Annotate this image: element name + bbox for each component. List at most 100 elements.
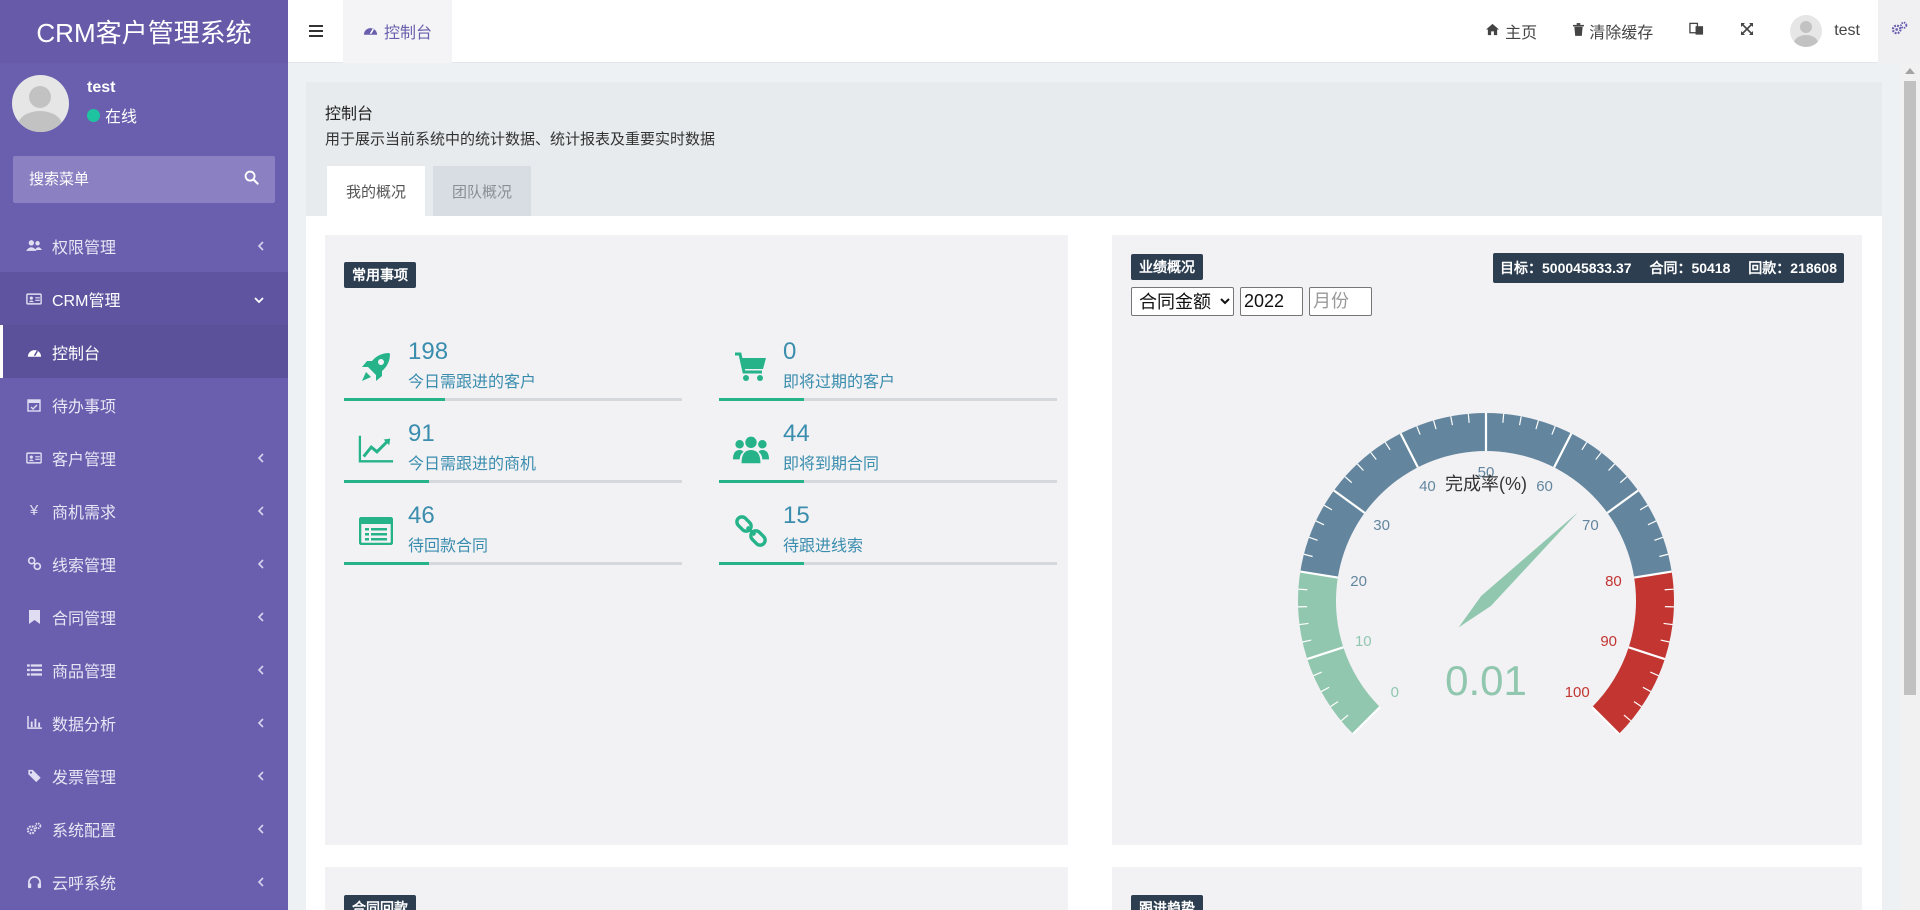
chevron-left-icon [257, 556, 264, 572]
headset-icon [25, 873, 43, 891]
user-status: 在线 [87, 103, 137, 127]
sidebar-item-label: 商品管理 [52, 663, 117, 681]
sidebar-item-label: 发票管理 [52, 769, 117, 787]
stat-value: 0 [783, 338, 797, 365]
gauge-tick-label: 80 [1605, 573, 1622, 590]
performance-filters: 合同金额 [1131, 287, 1378, 316]
dashboard-icon [363, 23, 378, 39]
sidebar-item-10[interactable]: 发票管理 [0, 749, 288, 802]
gauge-minor-tick [1664, 588, 1674, 591]
sidebar-item-4[interactable]: 客户管理 [0, 431, 288, 484]
dashboard-icon [25, 343, 43, 361]
stat-item[interactable]: 91 今日需跟进的商机 [344, 413, 682, 489]
cogs-icon [1891, 21, 1908, 41]
tab-team-overview[interactable]: 团队概况 [433, 166, 532, 216]
online-dot-icon [87, 108, 100, 122]
sidebar-item-12[interactable]: 云呼系统 [0, 855, 288, 908]
fullscreen-button[interactable] [1722, 0, 1772, 63]
chevron-left-icon [257, 238, 264, 254]
stat-progress [344, 398, 682, 401]
contract-payment-card: 合同回款 [325, 867, 1068, 910]
scroll-up-icon[interactable] [1905, 68, 1915, 74]
search-icon[interactable] [244, 170, 259, 190]
performance-title: 业绩概况 [1131, 254, 1203, 280]
stat-progress [719, 398, 1057, 401]
topbar: 控制台 主页 清除缓存 test [288, 0, 1920, 63]
scrollbar-thumb[interactable] [1904, 81, 1916, 695]
chevron-left-icon [257, 503, 264, 519]
sidebar-item-label: 客户管理 [52, 451, 117, 469]
chevron-left-icon [257, 450, 264, 466]
gauge-tick-label: 70 [1582, 517, 1599, 534]
user-name: test [87, 79, 116, 96]
gauge-tick-label: 30 [1373, 517, 1390, 534]
app-logo[interactable]: CRM客户管理系统 [0, 0, 288, 63]
settings-button[interactable] [1878, 0, 1920, 63]
user-status-label: 在线 [105, 109, 138, 126]
stat-item[interactable]: 198 今日需跟进的客户 [344, 331, 682, 407]
home-label: 主页 [1505, 25, 1538, 42]
sidebar-item-5[interactable]: ¥ 商机需求 [0, 484, 288, 537]
yen-icon: ¥ [29, 502, 39, 519]
sidebar-item-9[interactable]: 数据分析 [0, 696, 288, 749]
page-scrollbar[interactable] [1900, 63, 1920, 910]
sidebar-item-7[interactable]: 合同管理 [0, 590, 288, 643]
stat-value: 198 [408, 338, 449, 365]
rocket-icon [358, 349, 394, 385]
sidebar-item-11[interactable]: 系统配置 [0, 802, 288, 855]
menu-toggle-icon[interactable] [288, 0, 343, 63]
follow-trend-title: 跟进趋势 [1131, 895, 1203, 910]
stat-item[interactable]: 0 即将过期的客户 [719, 331, 1057, 407]
stat-item[interactable]: 15 待跟进线索 [719, 495, 1057, 571]
tab-dashboard[interactable]: 控制台 [343, 0, 453, 63]
avatar [1790, 15, 1823, 47]
stat-item[interactable]: 44 即将到期合同 [719, 413, 1057, 489]
gauge-minor-tick [1502, 413, 1505, 423]
users-group-icon [733, 431, 769, 467]
clear-cache-label: 清除缓存 [1589, 25, 1654, 42]
amount-type-select[interactable]: 合同金额 [1131, 287, 1234, 316]
calendar-check-icon [25, 396, 43, 414]
sidebar-item-3[interactable]: 待办事项 [0, 378, 288, 431]
cogs-icon [25, 820, 43, 838]
language-button[interactable] [1671, 0, 1722, 63]
sidebar-item-2[interactable]: 控制台 [0, 325, 288, 378]
stat-value: 15 [783, 502, 810, 529]
stat-progress [719, 480, 1057, 483]
bookmark-icon [25, 608, 43, 626]
contract-value: 合同：50418 [1649, 260, 1731, 276]
year-input[interactable] [1240, 287, 1303, 316]
sidebar-item-label: CRM管理 [52, 292, 121, 310]
chevron-left-icon [257, 715, 264, 731]
id-card-icon [25, 290, 43, 308]
gauge-tick-label: 40 [1419, 478, 1436, 495]
gauge-tick-label: 0 [1391, 684, 1399, 701]
chevron-left-icon [257, 662, 264, 678]
gauge-pointer [1458, 512, 1579, 628]
sidebar-item-label: 线索管理 [52, 557, 117, 575]
topbar-user-name: test [1834, 22, 1860, 39]
stat-value: 44 [783, 420, 810, 447]
sidebar-item-8[interactable]: 商品管理 [0, 643, 288, 696]
sidebar-item-label: 数据分析 [52, 716, 117, 734]
tab-label: 控制台 [384, 25, 433, 42]
search-input[interactable] [29, 171, 244, 188]
performance-card: 业绩概况 目标：500045833.37 合同：50418 回款：218608 … [1112, 235, 1862, 845]
page-subtitle: 用于展示当前系统中的统计数据、统计报表及重要实时数据 [325, 131, 716, 148]
stat-progress-fill [344, 562, 429, 565]
stat-progress-fill [719, 480, 804, 483]
sidebar-item-label: 云呼系统 [52, 875, 117, 893]
tab-my-overview[interactable]: 我的概况 [327, 166, 426, 216]
sidebar-item-1[interactable]: CRM管理 [0, 272, 288, 325]
home-link[interactable]: 主页 [1467, 0, 1555, 63]
stat-item[interactable]: 46 待回款合同 [344, 495, 682, 571]
user-menu[interactable]: test [1772, 0, 1878, 63]
month-input[interactable] [1309, 287, 1372, 316]
stat-progress-fill [719, 562, 804, 565]
stat-label: 今日需跟进的商机 [408, 456, 537, 473]
id-card-icon [25, 449, 43, 467]
clear-cache-button[interactable]: 清除缓存 [1555, 0, 1671, 63]
sidebar-item-0[interactable]: 权限管理 [0, 219, 288, 272]
cart-icon [733, 349, 769, 385]
sidebar-item-6[interactable]: 线索管理 [0, 537, 288, 590]
